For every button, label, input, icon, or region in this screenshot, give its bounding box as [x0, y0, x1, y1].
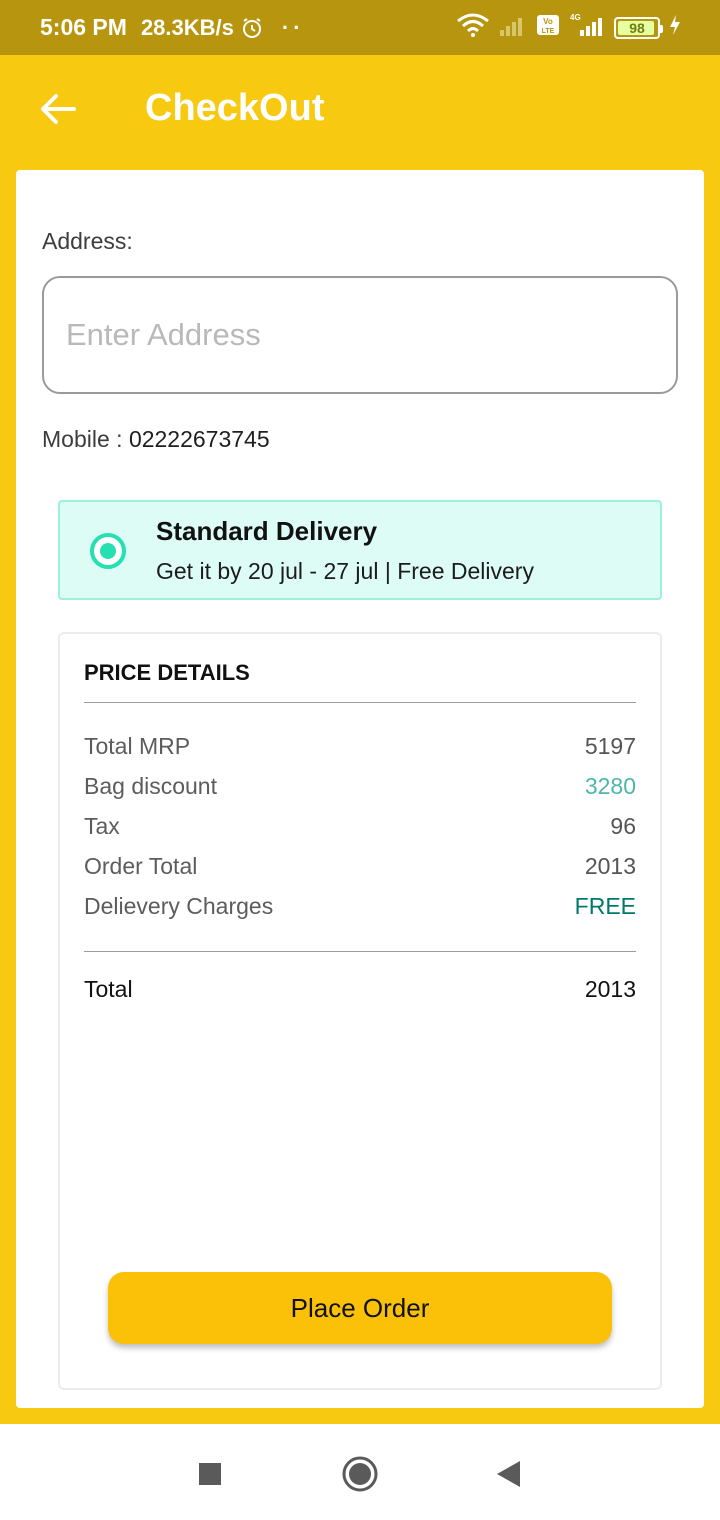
price-row-value: FREE	[574, 893, 636, 919]
price-row-value: 3280	[584, 773, 636, 799]
mobile-label: Mobile :	[42, 426, 123, 452]
svg-text:Vo: Vo	[543, 17, 553, 26]
signal-icon	[498, 14, 528, 41]
arrow-left-icon	[40, 93, 76, 130]
back-triangle-icon[interactable]	[488, 1454, 528, 1494]
svg-text:4G: 4G	[570, 13, 581, 22]
divider	[84, 951, 636, 952]
price-row-label: Tax	[84, 813, 120, 839]
alarm-icon	[240, 16, 264, 40]
price-row-label: Delievery Charges	[84, 893, 274, 919]
price-row-value: 2013	[584, 853, 636, 879]
place-order-button[interactable]: Place Order	[108, 1272, 612, 1344]
recents-square-icon[interactable]	[190, 1454, 230, 1494]
price-row-label: Bag discount	[84, 773, 217, 799]
charging-icon	[668, 14, 682, 41]
delivery-title: Standard Delivery	[156, 516, 378, 546]
address-label: Address:	[42, 228, 133, 254]
status-bar: 5:06 PM 28.3KB/s ·· Vo LTE 4G 98	[0, 0, 720, 55]
divider	[84, 702, 636, 703]
price-row-tax: Tax 96	[84, 813, 636, 843]
total-value: 2013	[584, 976, 636, 1002]
radio-selected-icon[interactable]	[90, 533, 126, 569]
4g-signal-icon: 4G	[568, 12, 606, 43]
standard-delivery-option[interactable]: Standard Delivery Get it by 20 jul - 27 …	[58, 500, 662, 600]
wifi-icon	[456, 13, 490, 42]
app-bar: CheckOut	[0, 55, 720, 170]
price-row-bag-discount: Bag discount 3280	[84, 773, 636, 803]
price-row-delivery-charges: Delievery Charges FREE	[84, 893, 636, 923]
price-row-label: Total MRP	[84, 733, 191, 759]
status-dots: ··	[281, 14, 305, 40]
price-row-order-total: Order Total 2013	[84, 853, 636, 883]
address-input[interactable]	[42, 276, 678, 394]
status-right-icons: Vo LTE 4G 98	[456, 12, 682, 43]
price-details-title: PRICE DETAILS	[84, 660, 250, 685]
price-row-total-mrp: Total MRP 5197	[84, 733, 636, 763]
battery-level: 98	[629, 19, 645, 36]
back-button[interactable]	[38, 93, 78, 129]
price-row-value: 5197	[584, 733, 636, 759]
volte-icon: Vo LTE	[536, 14, 560, 41]
price-row-value: 96	[610, 813, 636, 839]
price-total-row: Total 2013	[84, 976, 636, 1003]
checkout-card: Address: Mobile : 02222673745 Standard D…	[16, 170, 704, 1408]
status-time: 5:06 PM	[40, 14, 127, 40]
price-row-label: Order Total	[84, 853, 198, 879]
total-label: Total	[84, 976, 133, 1002]
mobile-info: Mobile : 02222673745	[42, 426, 270, 453]
system-nav-bar	[0, 1424, 720, 1520]
svg-text:LTE: LTE	[542, 28, 555, 35]
home-circle-icon[interactable]	[340, 1454, 380, 1494]
page-title: CheckOut	[145, 87, 325, 129]
status-network-speed: 28.3KB/s	[140, 14, 234, 40]
battery-icon: 98	[614, 16, 663, 39]
delivery-subtitle: Get it by 20 jul - 27 jul | Free Deliver…	[156, 558, 534, 584]
mobile-number: 02222673745	[128, 426, 270, 452]
price-details: PRICE DETAILS Total MRP 5197 Bag discoun…	[58, 632, 662, 1390]
